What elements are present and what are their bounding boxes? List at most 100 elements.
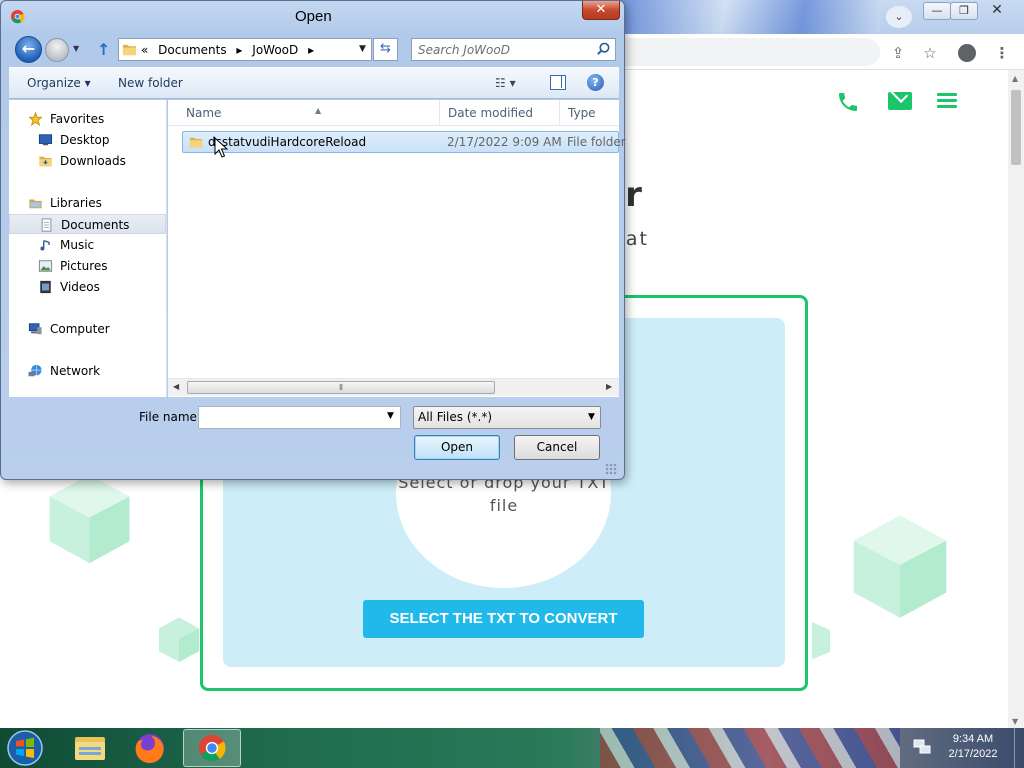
column-header-date-modified[interactable]: Date modified: [440, 100, 560, 126]
back-button[interactable]: ←: [15, 36, 42, 63]
sidebar-item-label: Documents: [61, 218, 130, 232]
bookmark-star-icon[interactable]: ☆: [919, 42, 941, 64]
share-icon[interactable]: ⇪: [887, 42, 909, 64]
sidebar-item-label: Libraries: [50, 196, 102, 210]
filename-label: File name:: [139, 410, 201, 424]
sidebar-item-libraries[interactable]: Libraries: [9, 193, 166, 213]
chrome-taskbar-icon[interactable]: [183, 729, 241, 767]
start-button[interactable]: [3, 729, 47, 767]
computer-icon: [28, 323, 42, 335]
sidebar-item-network[interactable]: Network: [9, 361, 166, 381]
file-name-cell: dsstatvudiHardcoreReload: [208, 135, 367, 149]
column-header-type[interactable]: Type: [560, 100, 620, 126]
open-file-dialog: Open ✕ ← ▼ ↑ « Documents ▸ JoWooD ▸ ▼ ⇆ …: [0, 0, 626, 480]
taskbar-wallpaper-art: [600, 728, 900, 768]
profile-icon[interactable]: [956, 42, 978, 64]
close-window-button[interactable]: ✕: [977, 2, 1017, 20]
dialog-close-button[interactable]: ✕: [582, 1, 620, 20]
menu-icon[interactable]: [937, 90, 957, 111]
system-clock[interactable]: 9:34 AM 2/17/2022: [936, 732, 1010, 762]
sidebar-item-pictures[interactable]: Pictures: [9, 256, 166, 276]
pictures-icon: [38, 260, 53, 272]
sort-ascending-icon: ▲: [315, 106, 322, 115]
sidebar-item-label: Music: [60, 238, 95, 252]
folder-icon: [122, 44, 137, 56]
select-txt-button[interactable]: SELECT THE TXT TO CONVERT: [363, 600, 644, 638]
star-icon: [28, 112, 43, 126]
search-placeholder: Search JoWooD: [418, 43, 510, 57]
phone-icon[interactable]: [836, 90, 860, 118]
show-desktop-button[interactable]: [1014, 728, 1024, 768]
scrollbar-thumb[interactable]: ⦀: [187, 381, 495, 394]
file-list-pane[interactable]: Name ▲ Date modified Type dsstatvudiHard…: [168, 100, 626, 397]
restore-button[interactable]: ❐: [950, 2, 978, 20]
windows-explorer-taskbar-icon[interactable]: [60, 729, 118, 767]
minimize-button[interactable]: —: [923, 2, 951, 20]
column-header-name[interactable]: Name ▲: [178, 100, 440, 126]
dialog-titlebar[interactable]: Open ✕: [1, 1, 624, 31]
sidebar-item-label: Network: [50, 364, 101, 378]
cancel-button[interactable]: Cancel: [514, 435, 600, 460]
refresh-icon[interactable]: ⇆: [373, 38, 398, 61]
help-icon[interactable]: ?: [587, 74, 604, 91]
recent-pages-chevron-icon[interactable]: ▼: [73, 44, 79, 53]
column-headers: Name ▲ Date modified Type: [168, 100, 619, 126]
scroll-right-arrow-icon[interactable]: ▶: [606, 382, 612, 391]
page-scrollbar[interactable]: ▲ ▼: [1008, 70, 1024, 728]
dialog-title: Open: [295, 8, 332, 25]
up-arrow-icon[interactable]: ↑: [97, 40, 110, 59]
sidebar-item-documents[interactable]: Documents: [9, 214, 166, 234]
sidebar-item-desktop[interactable]: Desktop: [9, 130, 166, 150]
sidebar-item-label: Favorites: [50, 112, 105, 126]
resize-grip[interactable]: [605, 463, 617, 475]
mouse-cursor-icon: [214, 137, 228, 158]
sidebar-item-label: Desktop: [60, 133, 110, 147]
documents-icon: [41, 218, 52, 232]
organize-menu-button[interactable]: Organize ▾: [27, 76, 91, 90]
clock-date: 2/17/2022: [948, 748, 998, 760]
change-view-button[interactable]: ☷ ▾: [495, 76, 516, 90]
tab-search-chevron-icon[interactable]: ⌄: [886, 6, 912, 28]
filename-input[interactable]: [198, 406, 401, 429]
scrollbar-thumb[interactable]: [1011, 90, 1021, 165]
file-type-cell: File folder: [567, 135, 626, 149]
sidebar-item-videos[interactable]: Videos: [9, 277, 166, 297]
breadcrumb-item[interactable]: JoWooD: [252, 43, 298, 57]
decorative-cube: [158, 617, 200, 663]
preview-pane-icon[interactable]: [550, 75, 566, 90]
sidebar-item-computer[interactable]: Computer: [9, 319, 166, 339]
file-type-select[interactable]: All Files (*.*) ▼: [413, 406, 601, 429]
network-tray-icon[interactable]: [913, 739, 931, 755]
decorative-cube: [49, 474, 130, 564]
sidebar-item-music[interactable]: Music: [9, 235, 166, 255]
column-header-label: Name: [186, 106, 222, 120]
horizontal-scrollbar[interactable]: ◀ ⦀ ▶: [168, 378, 619, 396]
decorative-cube: [812, 622, 830, 660]
forward-button[interactable]: [45, 38, 69, 62]
breadcrumb-separator-icon[interactable]: ▸: [236, 43, 242, 57]
table-row[interactable]: dsstatvudiHardcoreReload 2/17/2022 9:09 …: [182, 131, 626, 153]
address-dropdown-chevron-icon[interactable]: ▼: [359, 44, 366, 54]
open-button[interactable]: Open: [414, 435, 500, 460]
file-date-cell: 2/17/2022 9:09 AM: [447, 135, 562, 149]
folder-icon: [189, 137, 203, 148]
clock-time: 9:34 AM: [952, 733, 994, 745]
sidebar-item-downloads[interactable]: Downloads: [9, 151, 166, 171]
breadcrumb-item[interactable]: Documents: [158, 43, 226, 57]
scroll-left-arrow-icon[interactable]: ◀: [173, 382, 179, 391]
firefox-taskbar-icon[interactable]: [121, 729, 179, 767]
breadcrumb-separator-icon[interactable]: ▸: [308, 43, 314, 57]
breadcrumb-overflow[interactable]: «: [141, 43, 148, 57]
folder-address-bar[interactable]: « Documents ▸ JoWooD ▸ ▼: [118, 38, 372, 61]
sidebar-item-favorites[interactable]: Favorites: [9, 109, 166, 129]
navigation-row: ← ▼ ↑ « Documents ▸ JoWooD ▸ ▼ ⇆ Search …: [9, 34, 619, 66]
filename-history-chevron-icon[interactable]: ▼: [387, 411, 394, 421]
scroll-down-arrow-icon[interactable]: ▼: [1012, 717, 1018, 726]
search-icon[interactable]: [596, 42, 611, 57]
new-folder-button[interactable]: New folder: [118, 76, 183, 90]
search-input[interactable]: Search JoWooD: [411, 38, 616, 61]
chrome-menu-icon[interactable]: ⋮: [991, 42, 1013, 64]
mail-icon[interactable]: [888, 92, 912, 110]
sidebar-item-label: Downloads: [60, 154, 126, 168]
scroll-up-arrow-icon[interactable]: ▲: [1012, 74, 1018, 83]
